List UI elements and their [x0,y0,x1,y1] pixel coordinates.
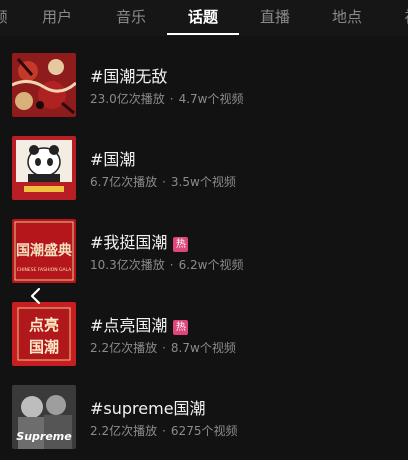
topic-thumbnail [12,136,76,200]
video-count: 8.7w个视频 [170,341,236,355]
topic-meta: 2.2亿次播放 · 6275个视频 [90,424,238,438]
hot-badge: 热 [173,320,189,335]
topic-row[interactable]: 点亮 国潮 #点亮国潮热 2.2亿次播放 · 8.7w个视频 [0,285,408,368]
play-count: 2.2亿次播放 [90,341,158,355]
tab-users[interactable]: 用户 [42,6,72,27]
play-count: 6.7亿次播放 [90,175,158,189]
topic-meta: 10.3亿次播放 · 6.2w个视频 [90,258,244,272]
tab-live[interactable]: 直播 [260,6,290,27]
thumb-brand-text: Supreme [16,430,72,443]
topic-thumbnail: Supreme [12,385,76,449]
play-count: 2.2亿次播放 [90,424,158,438]
active-tab-indicator [167,33,239,35]
tab-places[interactable]: 地点 [332,6,362,27]
topic-thumbnail: 点亮 国潮 [12,302,76,366]
video-count: 6.2w个视频 [178,258,244,272]
video-count: 6275个视频 [170,424,238,438]
topic-row[interactable]: Supreme #supreme国潮 2.2亿次播放 · 6275个视频 [0,368,408,451]
topic-row[interactable]: #国潮 6.7亿次播放 · 3.5w个视频 [0,119,408,202]
topic-row[interactable]: 国潮盛典 CHINESE FASHION GALA #我挺国潮热 10.3亿次播… [0,202,408,285]
topic-title: #supreme国潮 [90,399,206,418]
video-count: 3.5w个视频 [170,175,236,189]
play-count: 10.3亿次播放 [90,258,165,272]
topic-title: #我挺国潮热 [90,229,189,253]
tab-partial-left[interactable]: 频 [0,6,8,27]
topic-meta: 6.7亿次播放 · 3.5w个视频 [90,175,236,189]
tab-partial-right[interactable]: 视 [404,6,408,27]
tab-topics[interactable]: 话题 [188,6,218,27]
thumb-text-line1: 点亮 [29,316,59,334]
tab-bar: 频 用户 音乐 话题 直播 地点 视 [0,0,408,36]
video-count: 4.7w个视频 [178,92,244,106]
play-count: 23.0亿次播放 [90,92,165,106]
topic-title: #国潮无敌 [90,67,168,86]
topic-thumbnail [12,53,76,117]
hot-badge: 热 [173,237,189,252]
topic-title: #点亮国潮热 [90,312,189,336]
thumb-gala-title: 国潮盛典 [16,242,72,259]
tab-music[interactable]: 音乐 [116,6,146,27]
topic-thumbnail: 国潮盛典 CHINESE FASHION GALA [12,219,76,283]
topic-title: #国潮 [90,150,136,169]
back-chevron-icon[interactable] [26,284,46,308]
thumb-text-line2: 国潮 [29,338,59,356]
thumb-gala-subtitle: CHINESE FASHION GALA [17,267,73,273]
topic-row[interactable]: #国潮无敌 23.0亿次播放 · 4.7w个视频 [0,36,408,119]
topic-meta: 23.0亿次播放 · 4.7w个视频 [90,92,244,106]
topic-meta: 2.2亿次播放 · 8.7w个视频 [90,341,236,355]
